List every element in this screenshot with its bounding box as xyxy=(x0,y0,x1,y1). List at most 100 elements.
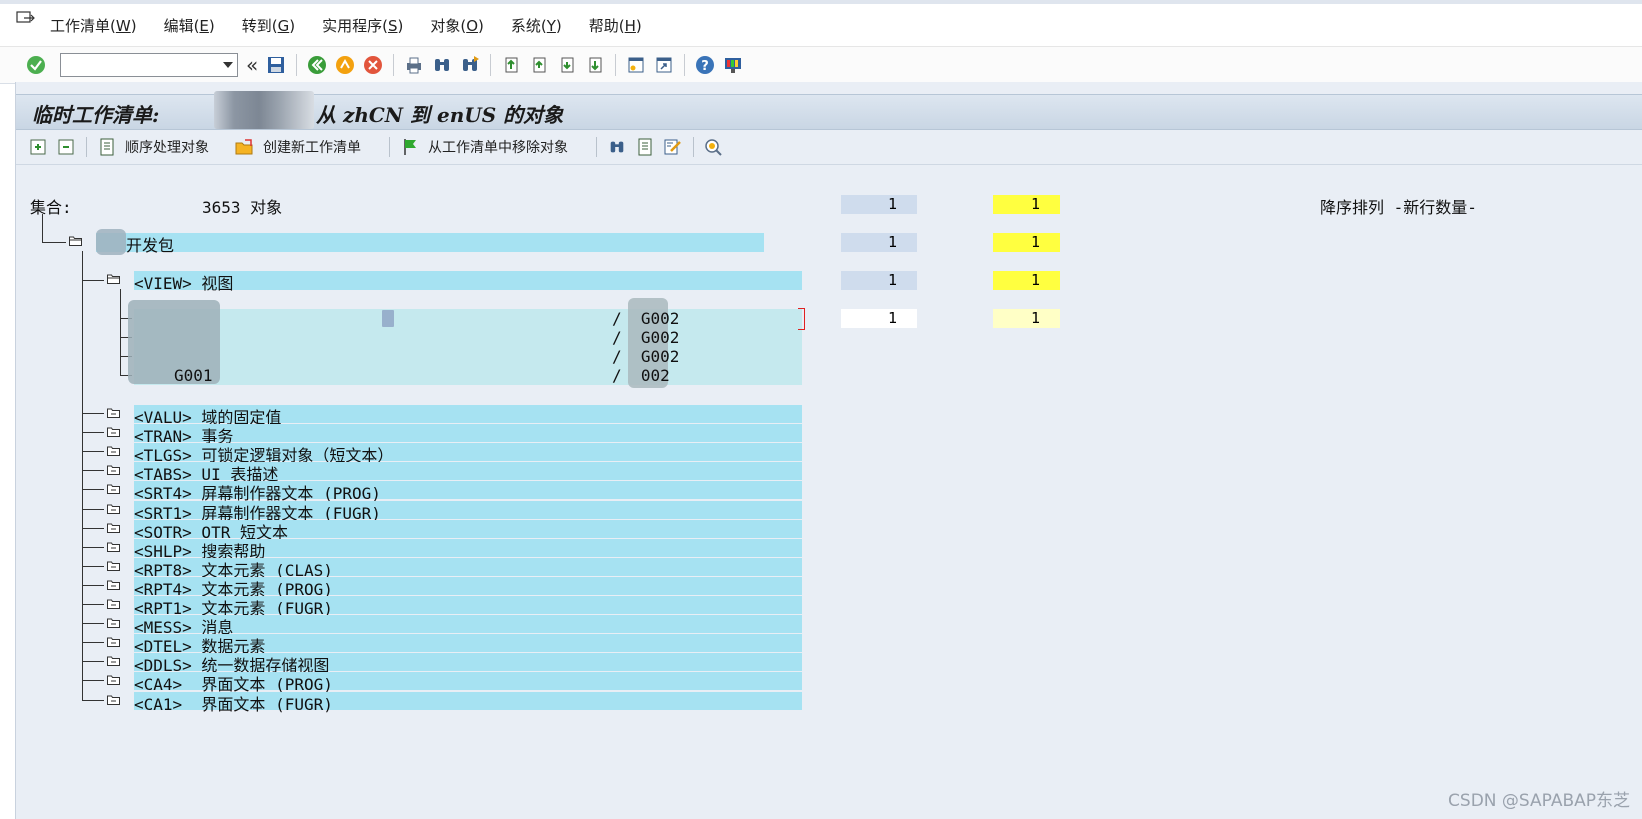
menu-goto[interactable]: 转到(G) xyxy=(242,15,295,36)
new-session-icon[interactable] xyxy=(625,54,647,76)
save-icon[interactable] xyxy=(265,54,287,76)
last-page-icon[interactable] xyxy=(584,54,606,76)
chevron-down-icon[interactable] xyxy=(223,62,233,68)
collection-count: 3653 对象 xyxy=(202,198,283,217)
menu-object[interactable]: 对象(O) xyxy=(430,15,484,36)
menu-icon[interactable] xyxy=(16,11,36,27)
view-object-row[interactable] xyxy=(134,328,802,347)
next-page-icon[interactable] xyxy=(556,54,578,76)
process-objects-button[interactable]: 顺序处理对象 xyxy=(125,137,209,157)
application-toolbar: 顺序处理对象 创建新工作清单 从工作清单中移除对象 xyxy=(16,130,1642,165)
toolbar-separator xyxy=(389,137,390,157)
menu-help[interactable]: 帮助(H) xyxy=(589,15,642,36)
tree-connector xyxy=(42,214,43,242)
folder-closed-icon[interactable] xyxy=(107,445,120,456)
folder-closed-icon[interactable] xyxy=(107,598,120,609)
object-type-highlight[interactable] xyxy=(134,424,802,442)
command-field[interactable] xyxy=(60,53,238,77)
exit-icon[interactable] xyxy=(334,54,356,76)
collapse-command-icon[interactable]: « xyxy=(246,53,258,77)
tree-connector xyxy=(82,700,104,701)
count-cell: 1 xyxy=(993,195,1060,214)
toolbar-separator xyxy=(296,54,298,76)
enter-check-icon[interactable] xyxy=(25,54,47,76)
flag-icon[interactable] xyxy=(399,136,421,158)
count-cell: 1 xyxy=(841,233,917,252)
view-object-row[interactable] xyxy=(134,347,802,366)
folder-closed-icon[interactable] xyxy=(107,503,120,514)
menu-worklist[interactable]: 工作清单(W) xyxy=(50,15,137,36)
count-cell: 1 xyxy=(993,271,1060,290)
menu-bar: 工作清单(W) 编辑(E) 转到(G) 实用程序(S) 对象(O) 系统(Y) … xyxy=(0,4,1642,46)
expand-subtree-icon[interactable] xyxy=(27,136,49,158)
view-row-highlight[interactable] xyxy=(134,271,802,290)
tree-connector xyxy=(82,547,104,548)
folder-closed-icon[interactable] xyxy=(107,522,120,533)
collapse-subtree-icon[interactable] xyxy=(55,136,77,158)
first-page-icon[interactable] xyxy=(500,54,522,76)
redacted-title-part xyxy=(214,91,314,129)
document-list-icon[interactable] xyxy=(96,136,118,158)
folder-closed-icon[interactable] xyxy=(107,694,120,705)
remove-from-worklist-button[interactable]: 从工作清单中移除对象 xyxy=(428,137,568,157)
toolbar-separator xyxy=(615,54,617,76)
cancel-icon[interactable] xyxy=(362,54,384,76)
shortcut-icon[interactable] xyxy=(653,54,675,76)
tree-connector xyxy=(82,280,104,281)
folder-closed-icon[interactable] xyxy=(107,426,120,437)
page-title-prefix: 临时工作清单: xyxy=(32,103,160,127)
help-icon[interactable]: ? xyxy=(694,54,716,76)
page-title-suffix: 从 zhCN 到 enUS 的对象 xyxy=(316,103,564,127)
folder-open-icon[interactable] xyxy=(234,136,256,158)
screen-title-bar: 临时工作清单: 从 zhCN 到 enUS 的对象 xyxy=(16,91,1642,130)
folder-closed-icon[interactable] xyxy=(107,407,120,418)
view-object-row[interactable] xyxy=(134,366,802,385)
find-icon[interactable] xyxy=(606,136,628,158)
tree-connector xyxy=(82,470,104,471)
create-worklist-button[interactable]: 创建新工作清单 xyxy=(263,137,361,157)
count-cell: 1 xyxy=(993,309,1060,328)
view-object-text: / 002 xyxy=(612,366,670,385)
watermark: CSDN @SAPABAP东芝 xyxy=(1448,791,1630,811)
toolbar-separator xyxy=(393,54,395,76)
folder-closed-icon[interactable] xyxy=(107,541,120,552)
folder-closed-icon[interactable] xyxy=(107,464,120,475)
view-object-text: / G002 xyxy=(612,309,680,328)
svg-text:?: ? xyxy=(701,59,709,74)
folder-open-icon[interactable] xyxy=(107,273,120,284)
tree-connector xyxy=(82,680,104,681)
count-cell: 1 xyxy=(841,271,917,290)
details-icon[interactable] xyxy=(634,136,656,158)
menu-utilities[interactable]: 实用程序(S) xyxy=(322,15,403,36)
back-icon[interactable] xyxy=(306,54,328,76)
folder-closed-icon[interactable] xyxy=(107,579,120,590)
package-row-highlight[interactable] xyxy=(96,233,764,252)
find-next-icon[interactable] xyxy=(459,54,481,76)
folder-open-icon[interactable] xyxy=(69,235,82,246)
folder-closed-icon[interactable] xyxy=(107,636,120,647)
print-icon[interactable] xyxy=(403,54,425,76)
sort-order-label: 降序排列 -新行数量- xyxy=(1320,198,1477,217)
menu-edit[interactable]: 编辑(E) xyxy=(164,15,215,36)
view-object-row[interactable] xyxy=(134,309,802,328)
tree-connector xyxy=(82,585,104,586)
tree-connector xyxy=(82,509,104,510)
legend-icon[interactable] xyxy=(703,136,725,158)
previous-page-icon[interactable] xyxy=(528,54,550,76)
folder-closed-icon[interactable] xyxy=(107,674,120,685)
folder-closed-icon[interactable] xyxy=(107,483,120,494)
find-icon[interactable] xyxy=(431,54,453,76)
object-type-highlight[interactable] xyxy=(134,615,802,633)
tree-connector xyxy=(82,413,104,414)
tree-connector xyxy=(82,489,104,490)
folder-closed-icon[interactable] xyxy=(107,560,120,571)
tree-connector xyxy=(82,566,104,567)
redacted-package-name xyxy=(96,229,126,255)
folder-closed-icon[interactable] xyxy=(107,655,120,666)
tree-connector xyxy=(42,242,66,243)
menu-system[interactable]: 系统(Y) xyxy=(511,15,562,36)
package-label: 开发包 xyxy=(126,236,175,255)
folder-closed-icon[interactable] xyxy=(107,617,120,628)
customize-layout-icon[interactable] xyxy=(722,54,744,76)
edit-icon[interactable] xyxy=(662,136,684,158)
